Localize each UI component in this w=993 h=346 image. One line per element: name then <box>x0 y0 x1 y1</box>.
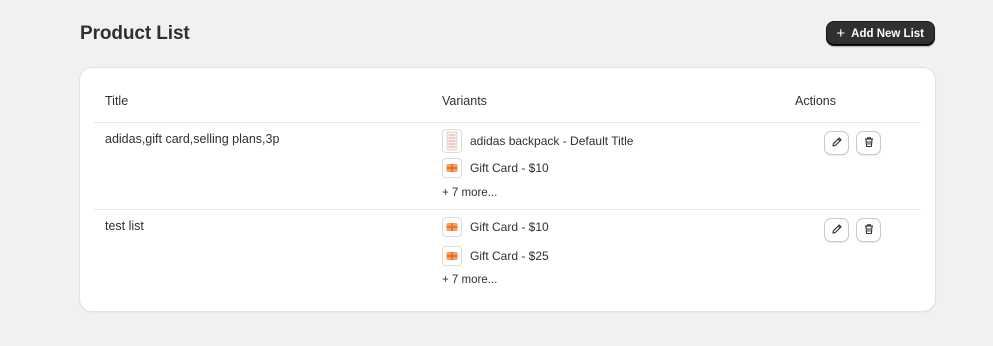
table-row[interactable]: adidas,gift card,selling plans,3p adidas… <box>80 123 935 209</box>
add-new-list-button[interactable]: + Add New List <box>826 21 935 46</box>
pencil-icon <box>831 223 843 238</box>
edit-button[interactable] <box>824 218 849 242</box>
variant-name: Gift Card - $10 <box>470 220 549 234</box>
row-title: test list <box>105 219 144 233</box>
product-list-table: Title Variants Actions adidas,gift card,… <box>80 68 935 311</box>
backpack-thumbnail <box>442 129 462 153</box>
variant-name: Gift Card - $25 <box>470 249 549 263</box>
page-header: Product List + Add New List <box>80 20 935 48</box>
delete-button[interactable] <box>856 218 881 242</box>
pencil-icon <box>831 136 843 151</box>
gift-card-thumbnail <box>442 217 462 237</box>
gift-card-thumbnail <box>442 158 462 178</box>
table-row[interactable]: test list Gift Card - $10 Gift Card - $2… <box>80 210 935 300</box>
variant-item: Gift Card - $25 <box>442 246 549 266</box>
edit-button[interactable] <box>824 131 849 155</box>
trash-icon <box>863 136 875 151</box>
variant-item: Gift Card - $10 <box>442 217 549 237</box>
variant-item: adidas backpack - Default Title <box>442 129 633 153</box>
variant-name: Gift Card - $10 <box>470 161 549 175</box>
column-header-title: Title <box>105 94 129 108</box>
trash-icon <box>863 223 875 238</box>
column-header-variants: Variants <box>442 94 487 108</box>
plus-icon: + <box>836 24 846 42</box>
more-variants-link[interactable]: + 7 more... <box>442 274 497 286</box>
variant-name: adidas backpack - Default Title <box>470 134 634 148</box>
add-new-list-label: Add New List <box>851 27 924 40</box>
variant-item: Gift Card - $10 <box>442 158 549 178</box>
page-title: Product List <box>80 23 190 44</box>
delete-button[interactable] <box>856 131 881 155</box>
column-header-actions: Actions <box>795 94 836 108</box>
more-variants-link[interactable]: + 7 more... <box>442 187 497 199</box>
row-title: adidas,gift card,selling plans,3p <box>105 132 280 146</box>
gift-card-thumbnail <box>442 246 462 266</box>
